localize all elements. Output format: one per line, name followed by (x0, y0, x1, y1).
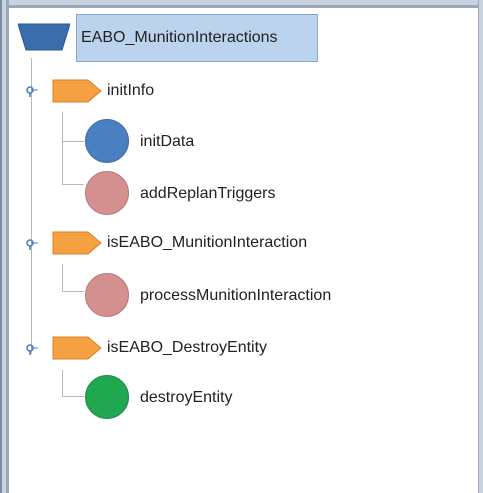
root-label: EABO_MunitionInteractions (81, 29, 278, 46)
tree-node-destroyentity[interactable]: destroyEntity (140, 388, 232, 408)
expand-toggle-icon[interactable] (25, 342, 39, 356)
tree-connector (62, 291, 84, 292)
tree-connector (62, 184, 84, 185)
tree-node-processmunitioninteraction[interactable]: processMunitionInteraction (140, 286, 331, 306)
circle-icon (85, 273, 129, 317)
node-label: isEABO_MunitionInteraction (107, 234, 308, 251)
trapezoid-root-icon (18, 23, 70, 51)
node-label: initInfo (107, 82, 155, 99)
tree-connector (62, 112, 63, 184)
node-label: isEABO_DestroyEntity (107, 339, 268, 356)
node-label: destroyEntity (140, 389, 233, 406)
expand-toggle-icon[interactable] (25, 237, 39, 251)
tree-connector (62, 396, 84, 397)
tree-node-initdata[interactable]: initData (140, 132, 194, 152)
pentagon-arrow-icon (52, 79, 102, 103)
pentagon-arrow-icon (52, 336, 102, 360)
tree-root-node[interactable]: EABO_MunitionInteractions (76, 14, 318, 62)
node-label: initData (140, 133, 195, 150)
tree-node-iseabo-munitioninteraction[interactable]: isEABO_MunitionInteraction (107, 233, 307, 253)
node-label: addReplanTriggers (140, 185, 276, 202)
circle-icon (85, 171, 129, 215)
circle-icon (85, 375, 129, 419)
tree-connector (62, 141, 84, 142)
pentagon-arrow-icon (52, 231, 102, 255)
tree-node-iseabo-destroyentity[interactable]: isEABO_DestroyEntity (107, 338, 267, 358)
circle-icon (85, 119, 129, 163)
tree-connector (62, 370, 63, 396)
expand-toggle-icon[interactable] (25, 84, 39, 98)
tree-connector (31, 58, 32, 354)
tree-node-addreplantriggers[interactable]: addReplanTriggers (140, 184, 275, 204)
behavior-tree-view: EABO_MunitionInteractions initInfo initD… (0, 0, 483, 493)
tree-node-initinfo[interactable]: initInfo (107, 81, 154, 101)
tree-connector (62, 264, 63, 291)
node-label: processMunitionInteraction (140, 287, 332, 304)
